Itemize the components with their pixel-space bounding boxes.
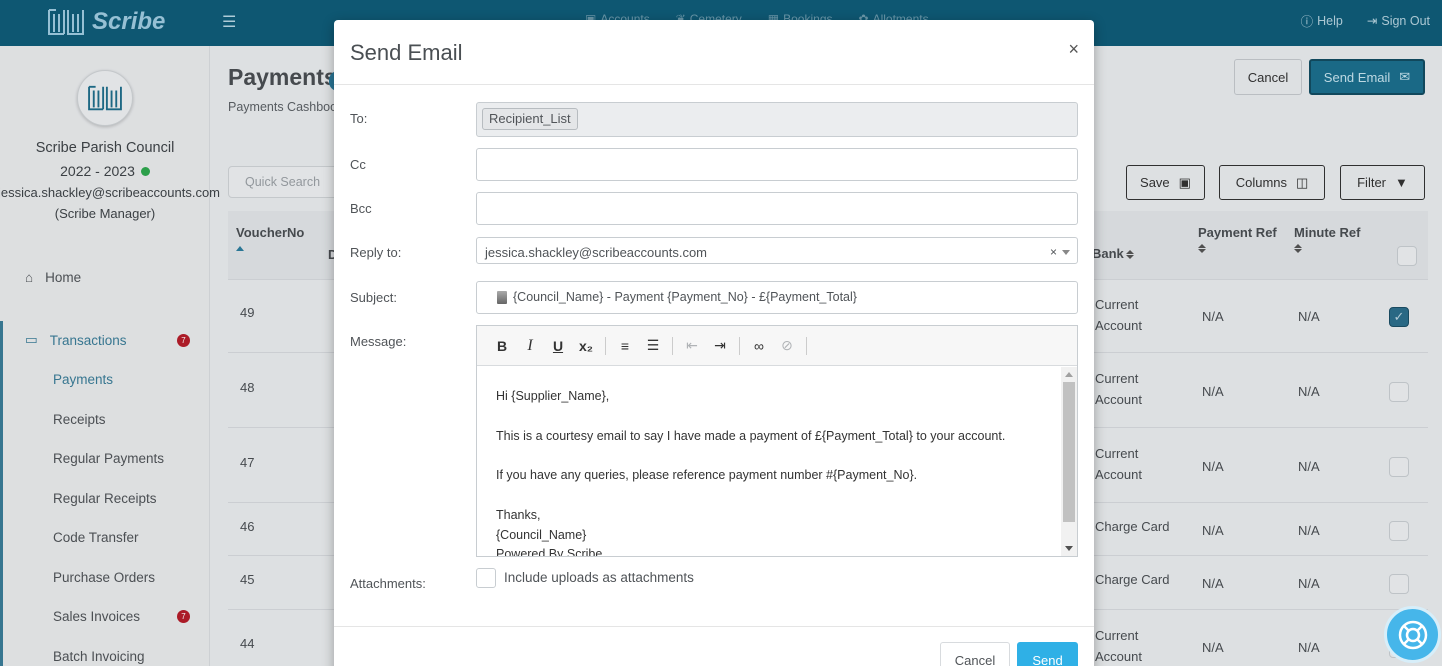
close-icon[interactable]: × bbox=[1068, 39, 1079, 60]
indent-icon[interactable]: ⇥ bbox=[707, 333, 733, 359]
cc-field[interactable] bbox=[476, 148, 1078, 181]
lifebuoy-icon bbox=[1398, 620, 1427, 649]
unlink-icon[interactable]: ⊘ bbox=[774, 333, 800, 359]
cc-label: Cc bbox=[350, 157, 366, 172]
message-line: If you have any queries, please referenc… bbox=[496, 468, 918, 483]
modal-footer bbox=[334, 626, 1094, 627]
include-uploads-checkbox[interactable] bbox=[476, 568, 496, 588]
outdent-icon[interactable]: ⇤ bbox=[679, 333, 705, 359]
toolbar-separator bbox=[672, 336, 673, 355]
toolbar-separator bbox=[605, 336, 606, 355]
message-editor: B I U x₂ ≡ ☰ ⇤ ⇥ ∞ ⊘ Hi {Supplier_Name},… bbox=[476, 325, 1078, 557]
reply-to-value: jessica.shackley@scribeaccounts.com bbox=[485, 245, 708, 260]
bcc-label: Bcc bbox=[350, 201, 372, 216]
recipient-tag[interactable]: Recipient_List bbox=[482, 108, 578, 130]
modal-header: Send Email × bbox=[334, 20, 1094, 85]
toolbar-separator bbox=[739, 336, 740, 355]
scroll-down-arrow-icon[interactable] bbox=[1065, 546, 1073, 551]
modal-cancel-button[interactable]: Cancel bbox=[940, 642, 1010, 666]
message-line: Hi {Supplier_Name}, bbox=[496, 389, 610, 403]
link-icon[interactable]: ∞ bbox=[746, 333, 772, 359]
send-button[interactable]: Send bbox=[1017, 642, 1078, 666]
subject-field[interactable]: {Council_Name} - Payment {Payment_No} - … bbox=[476, 281, 1078, 314]
scroll-thumb[interactable] bbox=[1063, 382, 1075, 522]
chevron-down-icon[interactable] bbox=[1062, 250, 1070, 255]
modal-title: Send Email bbox=[350, 40, 463, 65]
include-uploads-label[interactable]: Include uploads as attachments bbox=[504, 570, 694, 585]
attachments-label: Attachments: bbox=[350, 576, 426, 591]
editor-scrollbar[interactable] bbox=[1061, 367, 1077, 556]
reply-to-label: Reply to: bbox=[350, 245, 402, 260]
drag-handle-icon bbox=[497, 291, 507, 304]
subscript-icon[interactable]: x₂ bbox=[573, 333, 599, 359]
italic-icon[interactable]: I bbox=[517, 333, 543, 359]
message-line: {Council_Name} bbox=[496, 527, 587, 542]
message-label: Message: bbox=[350, 334, 407, 349]
message-line: Thanks, bbox=[496, 507, 541, 522]
subject-label: Subject: bbox=[350, 290, 397, 305]
toolbar-separator bbox=[806, 336, 807, 355]
to-field[interactable]: Recipient_List bbox=[476, 102, 1078, 137]
bulleted-list-icon[interactable]: ☰ bbox=[640, 333, 666, 359]
send-email-modal: Send Email × To: Recipient_List Cc Bcc R… bbox=[334, 20, 1094, 666]
clear-icon[interactable]: × bbox=[1050, 245, 1057, 259]
message-line: This is a courtesy email to say I have m… bbox=[496, 428, 1006, 443]
message-line: Powered By Scribe bbox=[496, 547, 603, 556]
editor-toolbar: B I U x₂ ≡ ☰ ⇤ ⇥ ∞ ⊘ bbox=[477, 326, 1077, 366]
bcc-field[interactable] bbox=[476, 192, 1078, 225]
message-line bbox=[496, 486, 1042, 506]
scroll-up-arrow-icon[interactable] bbox=[1065, 372, 1073, 377]
underline-icon[interactable]: U bbox=[545, 333, 571, 359]
subject-value: {Council_Name} - Payment {Payment_No} - … bbox=[513, 290, 857, 304]
reply-to-select[interactable]: jessica.shackley@scribeaccounts.com × bbox=[476, 237, 1078, 264]
message-line bbox=[496, 407, 1042, 427]
help-chat-button[interactable] bbox=[1384, 606, 1441, 663]
numbered-list-icon[interactable]: ≡ bbox=[612, 333, 638, 359]
message-body[interactable]: Hi {Supplier_Name}, This is a courtesy e… bbox=[477, 367, 1061, 556]
message-line bbox=[496, 446, 1042, 466]
bold-icon[interactable]: B bbox=[489, 333, 515, 359]
to-label: To: bbox=[350, 111, 368, 126]
